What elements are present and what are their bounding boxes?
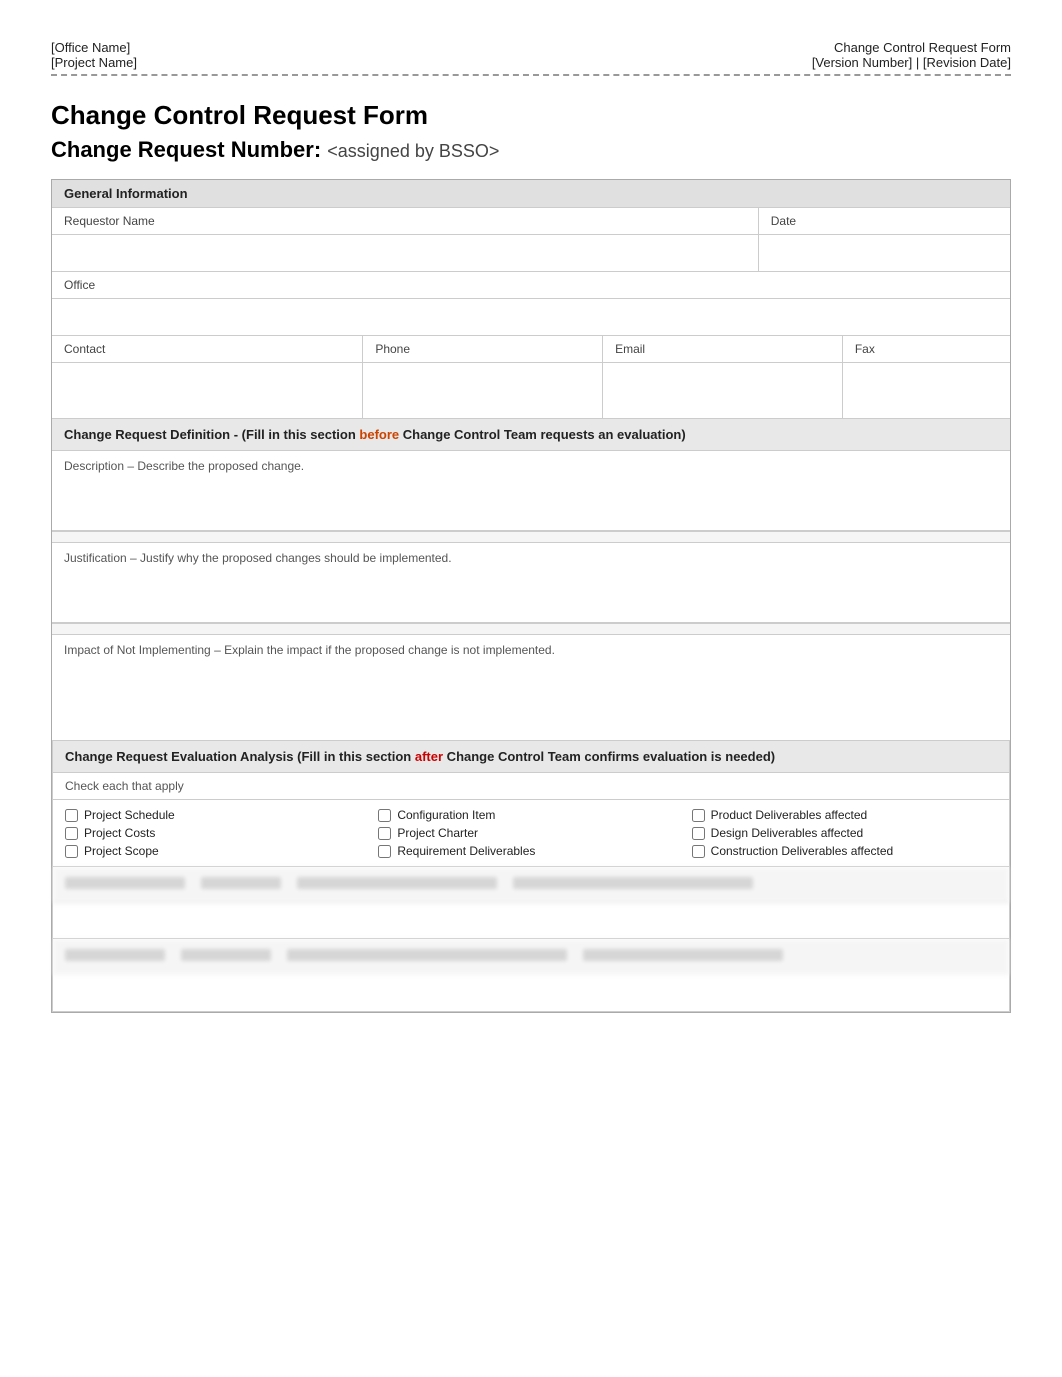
justification-input[interactable] xyxy=(64,571,998,611)
email-value[interactable] xyxy=(602,363,842,418)
checkbox-requirement-deliverables-input[interactable] xyxy=(378,845,391,858)
empty-row-2 xyxy=(53,975,1009,1011)
checkbox-project-costs[interactable]: Project Costs xyxy=(65,826,370,840)
eval-header: Change Request Evaluation Analysis (Fill… xyxy=(53,741,1009,773)
checkbox-configuration-item-label: Configuration Item xyxy=(397,808,495,822)
checkbox-project-scope[interactable]: Project Scope xyxy=(65,844,370,858)
general-info-section: General Information Requestor Name Date … xyxy=(52,180,1010,419)
date-input[interactable] xyxy=(771,241,998,265)
blurred-row-1 xyxy=(53,867,1009,903)
main-form-box: General Information Requestor Name Date … xyxy=(51,179,1011,1013)
contact-value[interactable] xyxy=(52,363,362,418)
checkbox-project-charter-label: Project Charter xyxy=(397,826,478,840)
header-divider xyxy=(51,74,1011,76)
justification-label: Justification – Justify why the proposed… xyxy=(64,551,998,565)
phone-value[interactable] xyxy=(362,363,602,418)
email-input[interactable] xyxy=(615,369,830,393)
email-label: Email xyxy=(602,336,842,362)
checkbox-requirement-deliverables-label: Requirement Deliverables xyxy=(397,844,535,858)
requestor-date-label-row: Requestor Name Date xyxy=(52,208,1010,235)
checkbox-product-deliverables[interactable]: Product Deliverables affected xyxy=(692,808,997,822)
checkbox-project-schedule-label: Project Schedule xyxy=(84,808,175,822)
form-subtitle: Change Request Number: <assigned by BSSO… xyxy=(51,137,1011,163)
header-meta: [Office Name] [Project Name] Change Cont… xyxy=(51,40,1011,70)
after-word: after xyxy=(415,749,443,764)
impact-field: Impact of Not Implementing – Explain the… xyxy=(52,635,1010,724)
justification-field: Justification – Justify why the proposed… xyxy=(52,543,1010,623)
checkbox-project-charter-input[interactable] xyxy=(378,827,391,840)
description-field: Description – Describe the proposed chan… xyxy=(52,451,1010,531)
requestor-date-value-row xyxy=(52,235,1010,272)
project-name: [Project Name] xyxy=(51,55,137,70)
contact-values-row xyxy=(52,363,1010,419)
check-each-label: Check each that apply xyxy=(53,773,1009,800)
general-info-header: General Information xyxy=(52,180,1010,208)
description-label: Description – Describe the proposed chan… xyxy=(64,459,998,473)
blurred-row-2 xyxy=(53,939,1009,975)
separator-1 xyxy=(52,531,1010,543)
checkbox-project-schedule-input[interactable] xyxy=(65,809,78,822)
checkbox-product-deliverables-label: Product Deliverables affected xyxy=(711,808,868,822)
description-input[interactable] xyxy=(64,479,998,519)
header-right: Change Control Request Form [Version Num… xyxy=(812,40,1011,70)
checkbox-project-schedule[interactable]: Project Schedule xyxy=(65,808,370,822)
contact-labels-row: Contact Phone Email Fax xyxy=(52,336,1010,363)
phone-input[interactable] xyxy=(375,369,590,393)
checkbox-requirement-deliverables[interactable]: Requirement Deliverables xyxy=(378,844,683,858)
date-label: Date xyxy=(758,208,1010,234)
requestor-value[interactable] xyxy=(52,235,758,271)
office-name: [Office Name] xyxy=(51,40,137,55)
contact-label: Contact xyxy=(52,336,362,362)
checkbox-project-charter[interactable]: Project Charter xyxy=(378,826,683,840)
version-revision: [Version Number] | [Revision Date] xyxy=(812,55,1011,70)
office-input[interactable] xyxy=(64,305,998,329)
requestor-label: Requestor Name xyxy=(52,208,758,234)
subtitle-label: Change Request Number: xyxy=(51,137,321,162)
office-value-row[interactable] xyxy=(52,299,1010,336)
contact-input[interactable] xyxy=(64,369,350,393)
eval-analysis-section: Change Request Evaluation Analysis (Fill… xyxy=(52,740,1010,1012)
impact-label: Impact of Not Implementing – Explain the… xyxy=(64,643,998,657)
checkbox-project-scope-input[interactable] xyxy=(65,845,78,858)
header-left: [Office Name] [Project Name] xyxy=(51,40,137,70)
eval-header-part1: Change Request Evaluation Analysis (Fill… xyxy=(65,749,415,764)
fax-value[interactable] xyxy=(842,363,1010,418)
form-title-right: Change Control Request Form xyxy=(834,40,1011,55)
checkbox-grid: Project Schedule Configuration Item Prod… xyxy=(53,800,1009,867)
checkbox-project-scope-label: Project Scope xyxy=(84,844,159,858)
checkbox-project-costs-input[interactable] xyxy=(65,827,78,840)
requestor-input[interactable] xyxy=(64,241,746,265)
checkbox-configuration-item-input[interactable] xyxy=(378,809,391,822)
checkbox-design-deliverables-input[interactable] xyxy=(692,827,705,840)
phone-label: Phone xyxy=(362,336,602,362)
def-header-part1: Change Request Definition - (Fill in thi… xyxy=(64,427,686,442)
fax-label: Fax xyxy=(842,336,1010,362)
date-value[interactable] xyxy=(758,235,1010,271)
fax-input[interactable] xyxy=(855,369,998,393)
change-request-def-section: Change Request Definition - (Fill in thi… xyxy=(52,419,1010,724)
checkbox-product-deliverables-input[interactable] xyxy=(692,809,705,822)
checkbox-configuration-item[interactable]: Configuration Item xyxy=(378,808,683,822)
before-word: before xyxy=(359,427,399,442)
checkbox-construction-deliverables-label: Construction Deliverables affected xyxy=(711,844,894,858)
empty-row-1 xyxy=(53,903,1009,939)
subtitle-value: <assigned by BSSO> xyxy=(327,141,499,161)
def-section-header: Change Request Definition - (Fill in thi… xyxy=(52,419,1010,451)
separator-2 xyxy=(52,623,1010,635)
form-main-title: Change Control Request Form xyxy=(51,100,1011,131)
checkbox-construction-deliverables-input[interactable] xyxy=(692,845,705,858)
impact-input[interactable] xyxy=(64,663,998,713)
checkbox-design-deliverables-label: Design Deliverables affected xyxy=(711,826,864,840)
checkbox-design-deliverables[interactable]: Design Deliverables affected xyxy=(692,826,997,840)
checkbox-construction-deliverables[interactable]: Construction Deliverables affected xyxy=(692,844,997,858)
office-label-row: Office xyxy=(52,272,1010,299)
eval-header-part2: Change Control Team confirms evaluation … xyxy=(443,749,775,764)
checkbox-project-costs-label: Project Costs xyxy=(84,826,155,840)
